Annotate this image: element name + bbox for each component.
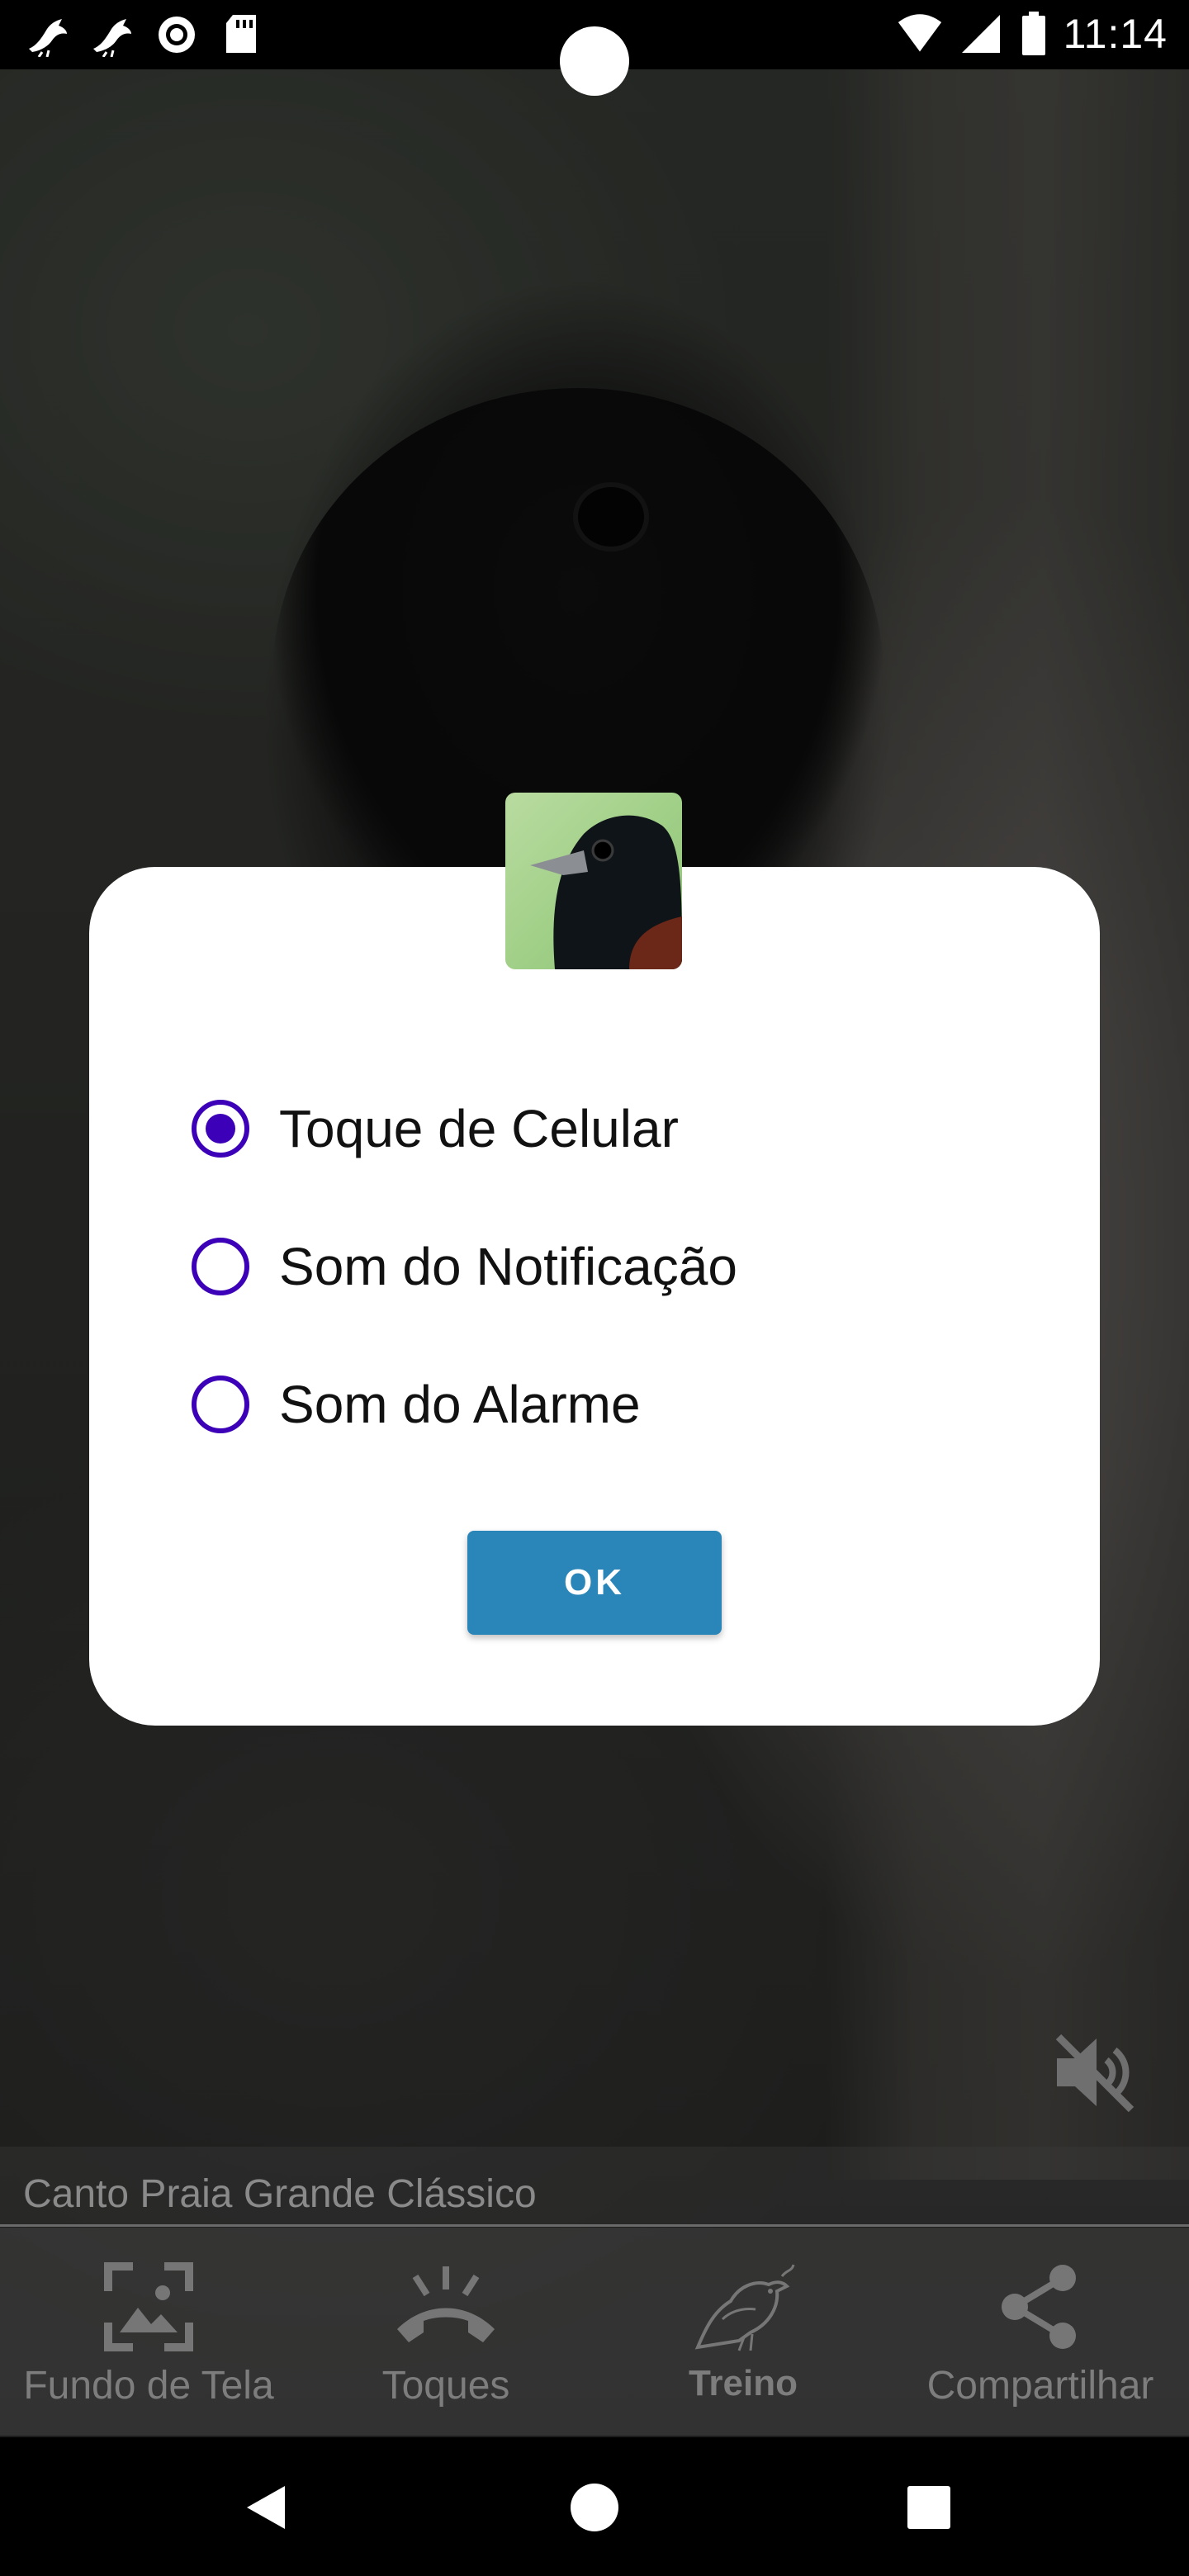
system-navigation-bar [0,2437,1189,2576]
recents-icon[interactable] [900,2479,958,2536]
bird-thumbnail [505,793,682,969]
option-label: Som do Alarme [279,1375,641,1434]
nav-label: Toques [381,2364,510,2408]
clock: 11:14 [1063,11,1168,57]
radio-button-checked[interactable] [192,1100,249,1158]
song-title: Canto Praia Grande Clássico [23,2172,537,2216]
ring-volume-icon [392,2257,500,2356]
option-label: Toque de Celular [279,1099,679,1158]
nav-item-share[interactable]: Compartilhar [892,2228,1189,2436]
cellular-signal-icon [958,11,1004,57]
option-notification[interactable]: Som do Notificação [192,1236,737,1297]
wifi-icon [897,11,943,57]
bird-notification-icon [89,12,135,58]
radio-button[interactable] [192,1238,249,1295]
home-icon[interactable] [566,2479,623,2536]
radio-button[interactable] [192,1376,249,1433]
nav-item-wallpaper[interactable]: Fundo de Tela [0,2228,297,2436]
status-bar: 11:14 [0,0,1189,96]
option-ringtone[interactable]: Toque de Celular [192,1098,679,1159]
bird-icon [689,2257,797,2356]
camera-cutout [560,26,629,96]
nav-item-ringtones[interactable]: Toques [297,2228,594,2436]
nav-label: Compartilhar [926,2364,1154,2408]
bird-notification-icon [25,12,71,58]
nav-label: Treino [688,2363,798,2403]
option-label: Som do Notificação [279,1237,737,1296]
volume-off-icon[interactable] [1049,2027,1139,2118]
option-alarm[interactable]: Som do Alarme [192,1374,641,1435]
wallpaper-icon [95,2257,202,2356]
share-icon [987,2257,1094,2356]
ok-button[interactable]: OK [467,1531,722,1635]
battery-icon [1019,11,1049,57]
nav-label: Fundo de Tela [23,2364,274,2408]
bird-eye [578,487,644,547]
bottom-navigation: Fundo de Tela Toques Treino Compartilhar [0,2228,1189,2436]
back-icon[interactable] [236,2479,294,2536]
record-icon [154,12,200,58]
divider [0,2224,1189,2227]
sd-card-icon [218,12,264,58]
nav-item-training[interactable]: Treino [594,2228,892,2436]
